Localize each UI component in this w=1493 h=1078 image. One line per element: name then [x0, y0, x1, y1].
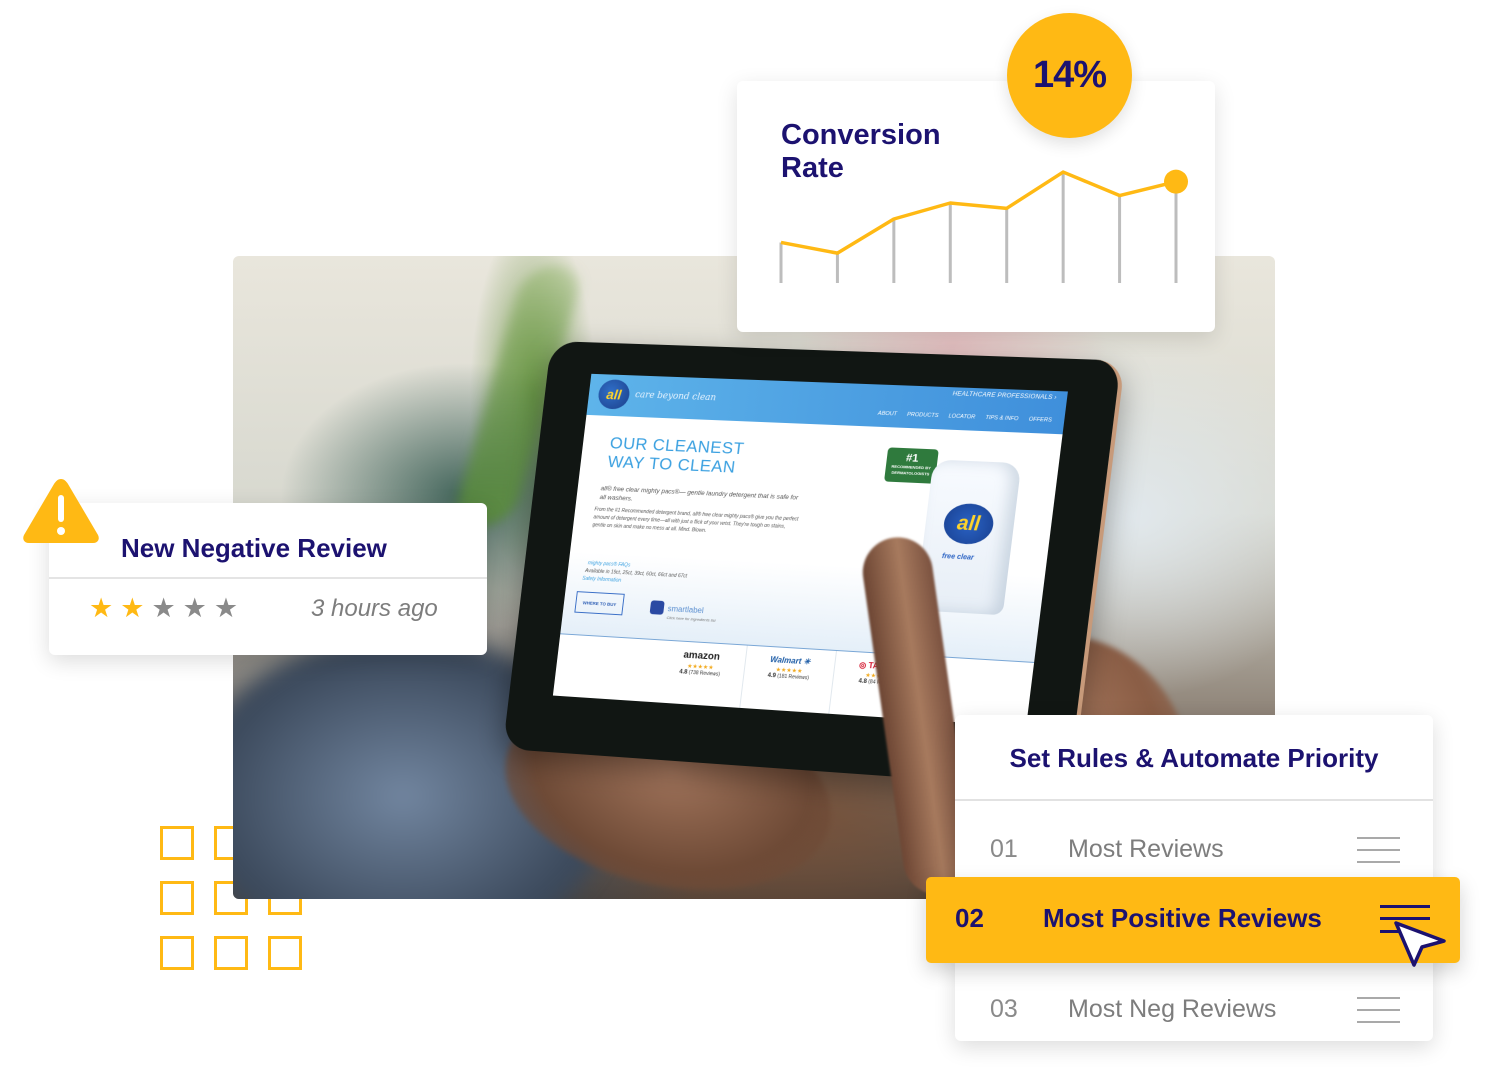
priority-row-active[interactable]: 02 Most Positive Reviews: [926, 877, 1460, 967]
priority-row[interactable]: 03 Most Neg Reviews: [955, 973, 1433, 1053]
priority-card-title: Set Rules & Automate Priority: [1009, 743, 1379, 773]
site-nav: ABOUT PRODUCTS LOCATOR TIPS & INFO OFFER…: [877, 411, 1052, 424]
decorative-square: [160, 826, 194, 860]
priority-row-number: 03: [990, 995, 1018, 1023]
site-safety-link[interactable]: Safety Information: [582, 576, 622, 584]
retailer-amazon[interactable]: amazon ★★★★★ 4.8 (738 Reviews): [652, 640, 748, 708]
smartlabel-icon: [649, 600, 665, 615]
site-nav-about[interactable]: ABOUT: [877, 411, 897, 418]
product-logo: all: [941, 502, 996, 546]
site-nav-tips[interactable]: TIPS & INFO: [985, 415, 1019, 422]
site-header: all care beyond clean HEALTHCARE PROFESS…: [586, 373, 1068, 435]
priority-row-number: 02: [955, 903, 984, 933]
mouse-pointer-icon: [1394, 921, 1446, 967]
decorative-square: [214, 936, 248, 970]
priority-row-label: Most Positive Reviews: [1043, 903, 1322, 933]
priority-card-divider: [955, 799, 1433, 801]
review-timestamp: 3 hours ago: [311, 595, 438, 622]
warning-triangle-icon: [23, 479, 99, 543]
site-tagline: care beyond clean: [634, 390, 717, 404]
conversion-rate-badge: 14%: [1007, 13, 1132, 138]
retailer-walmart[interactable]: Walmart ✳ ★★★★★ 4.9 (181 Reviews): [740, 645, 837, 714]
site-faq-link[interactable]: mighty pacs® FAQs: [588, 560, 631, 568]
chart-highlight-point: [1164, 169, 1188, 194]
site-nav-offers[interactable]: OFFERS: [1028, 417, 1052, 424]
decorative-square: [160, 881, 194, 915]
site-nav-locator[interactable]: LOCATOR: [948, 413, 975, 420]
decorative-square: [160, 936, 194, 970]
smartlabel-subtext: Click here for ingredients list: [666, 615, 716, 623]
priority-row-number: 01: [990, 835, 1018, 863]
where-to-buy-button[interactable]: WHERE TO BUY: [574, 591, 625, 616]
site-body-text: From the #1 Recommended detergent brand,…: [592, 506, 799, 534]
site-nav-products[interactable]: PRODUCTS: [907, 412, 939, 419]
priority-row-label: Most Neg Reviews: [1068, 995, 1277, 1023]
site-logo[interactable]: all: [596, 379, 632, 410]
chart-line: [780, 170, 1177, 255]
retailer-score-value: 4.9: [767, 672, 777, 680]
star-empty-icon: ★: [182, 593, 207, 624]
conversion-rate-card: Conversion Rate: [737, 81, 1215, 332]
conversion-rate-chart: [779, 169, 1188, 283]
drag-handle-icon[interactable]: [1357, 837, 1400, 865]
star-empty-icon: ★: [213, 593, 239, 624]
review-card-title: New Negative Review: [121, 533, 387, 563]
star-empty-icon: ★: [151, 593, 176, 624]
site-healthcare-link[interactable]: HEALTHCARE PROFESSIONALS ›: [952, 391, 1057, 401]
drag-handle-icon[interactable]: [1357, 997, 1400, 1025]
product-label: free clear: [941, 553, 975, 562]
smartlabel-link[interactable]: smartlabel Click here for ingredients li…: [649, 595, 718, 623]
retailer-review-count: (181 Reviews): [776, 673, 810, 682]
priority-row-label: Most Reviews: [1068, 835, 1224, 863]
negative-review-card[interactable]: New Negative Review ★ ★ ★ ★ ★ 3 hours ago: [49, 503, 487, 655]
tablet-screen: all care beyond clean HEALTHCARE PROFESS…: [552, 373, 1068, 727]
star-filled-icon: ★: [120, 593, 145, 624]
smartlabel-text: smartlabel: [667, 604, 705, 616]
retailer-review-count: (738 Reviews): [688, 669, 721, 678]
retailer-strip: amazon ★★★★★ 4.8 (738 Reviews) Walmart ✳…: [552, 633, 1035, 727]
retailer-score-value: 4.8: [678, 669, 688, 676]
retailer-score-value: 4.8: [858, 678, 868, 686]
star-filled-icon: ★: [89, 593, 114, 624]
review-card-divider: [49, 577, 487, 579]
site-hero-heading: OUR CLEANEST WAY TO CLEAN: [607, 434, 746, 477]
badge-text: RECOMMENDED BY DERMATOLOGISTS: [891, 463, 932, 477]
review-star-rating: ★ ★ ★ ★ ★: [89, 593, 238, 625]
decorative-square: [268, 936, 302, 970]
